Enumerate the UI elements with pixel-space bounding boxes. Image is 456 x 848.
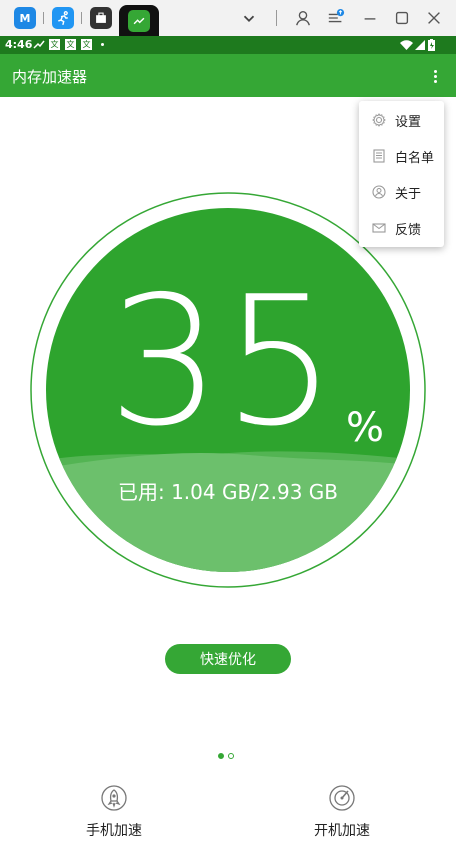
menu-item-settings[interactable]: 设置 (359, 102, 444, 138)
tab-active-memory-app[interactable] (119, 5, 159, 36)
memory-used-label: 已用: 1.04 GB/2.93 GB (117, 480, 339, 504)
notification-text-icon: 文 (49, 39, 60, 50)
tab-separator (276, 10, 277, 26)
app-m-icon[interactable]: M (14, 7, 36, 29)
overflow-dot (433, 79, 437, 83)
app-runner-icon[interactable] (52, 7, 74, 29)
trend-icon (33, 40, 45, 49)
boot-boost-label: 开机加速 (314, 823, 370, 839)
battery-icon (428, 39, 435, 51)
tab-separator (43, 12, 44, 24)
menu-label-about: 关于 (395, 186, 422, 202)
maximize-icon[interactable] (390, 6, 414, 30)
status-time: 4:46 (5, 38, 33, 51)
rocket-icon (101, 785, 127, 811)
page-dot-active[interactable] (218, 753, 224, 759)
percent-sign: % (346, 405, 385, 451)
overflow-dot (433, 69, 437, 73)
menu-label-feedback: 反馈 (395, 222, 422, 238)
phone-boost-button[interactable]: 手机加速 (59, 784, 169, 840)
chevron-down-icon[interactable] (237, 6, 261, 30)
more-notifications-dot (101, 43, 104, 46)
signal-icon (415, 40, 425, 50)
status-bar: 4:46 文 文 文 (0, 36, 456, 54)
quick-optimize-button[interactable]: 快速优化 (165, 644, 291, 674)
menu-item-feedback[interactable]: 反馈 (359, 210, 444, 246)
menu-item-whitelist[interactable]: 白名单 (359, 138, 444, 174)
app-bar: 内存加速器 (0, 54, 456, 97)
menu-label-whitelist: 白名单 (395, 150, 435, 166)
overflow-menu-button[interactable] (424, 64, 446, 88)
minimize-icon[interactable] (358, 6, 382, 30)
overflow-dot (433, 74, 437, 78)
menu-item-about[interactable]: 关于 (359, 174, 444, 210)
mail-icon (372, 223, 386, 233)
window-tab-bar: M (0, 0, 456, 36)
page-indicator (218, 753, 234, 759)
wifi-icon (400, 40, 413, 50)
overflow-popup-menu: 设置 白名单 关于 反馈 (359, 101, 444, 247)
tab-separator (81, 12, 82, 24)
document-icon (373, 149, 385, 163)
speedometer-icon (329, 785, 355, 811)
page-dot[interactable] (228, 753, 234, 759)
phone-boost-label: 手机加速 (86, 823, 142, 839)
boot-boost-button[interactable]: 开机加速 (287, 784, 397, 840)
memory-app-icon (128, 10, 150, 32)
menu-update-icon[interactable] (324, 6, 348, 30)
app-store-icon[interactable] (90, 7, 112, 29)
gauge-wave-front (46, 453, 410, 572)
close-icon[interactable] (422, 6, 446, 30)
notification-text-icon: 文 (81, 39, 92, 50)
menu-label-settings: 设置 (395, 114, 422, 130)
account-icon[interactable] (291, 6, 315, 30)
app-title: 内存加速器 (12, 68, 88, 86)
notification-text-icon: 文 (65, 39, 76, 50)
gear-icon (372, 113, 386, 127)
memory-percent-value: 35 (107, 258, 339, 465)
person-icon (372, 185, 386, 199)
